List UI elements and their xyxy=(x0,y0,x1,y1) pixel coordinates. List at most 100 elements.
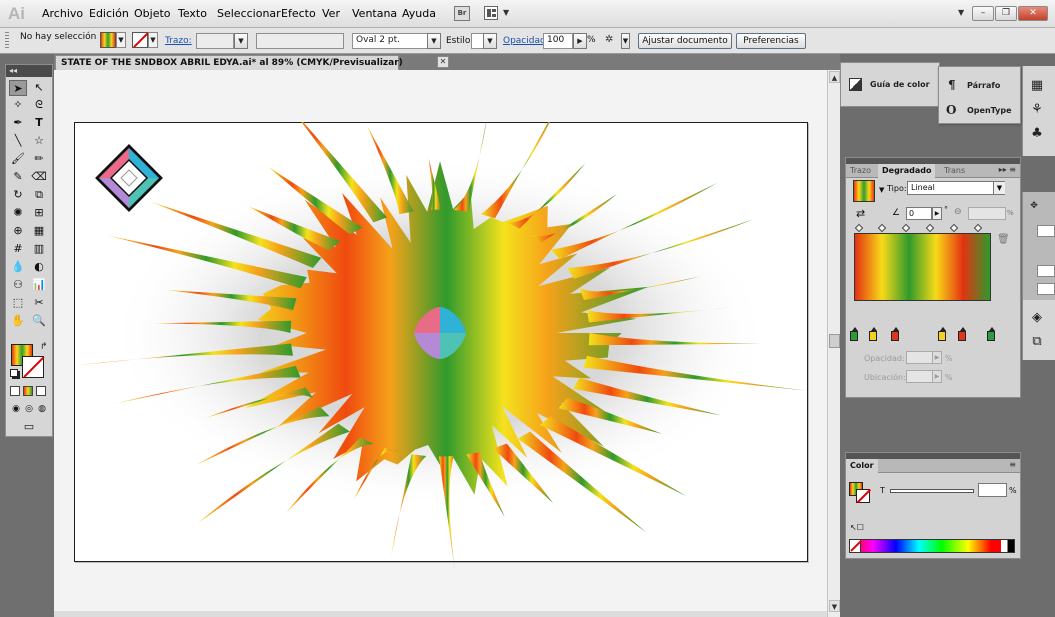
close-button[interactable]: ✕ xyxy=(1018,6,1048,21)
chevron-down-icon[interactable]: ▼ xyxy=(116,32,126,48)
chevron-right-icon[interactable]: ▶ xyxy=(573,33,587,49)
paintbrush-tool-icon[interactable]: 🖌 xyxy=(9,151,27,167)
warp-tool-icon[interactable]: ✺ xyxy=(9,205,27,221)
stroke-color-swatch[interactable] xyxy=(22,356,44,378)
gradient-stop[interactable] xyxy=(937,327,946,341)
selection-tool-icon[interactable]: ➤ xyxy=(9,80,27,96)
paragraph-icon[interactable]: ¶ xyxy=(948,78,956,92)
color-stroke-swatch[interactable] xyxy=(856,489,870,503)
pen-tool-icon[interactable]: ✒ xyxy=(9,115,27,131)
menu-texto[interactable]: Texto xyxy=(178,7,207,20)
gradient-mode-icon[interactable] xyxy=(23,386,33,396)
scroll-thumb[interactable] xyxy=(829,334,840,348)
fit-document-button[interactable]: Ajustar documento xyxy=(638,33,732,49)
screen-mode-icon[interactable]: ▭ xyxy=(20,419,38,435)
tab-gradient[interactable]: Degradado xyxy=(878,164,936,178)
close-icon[interactable]: ✕ xyxy=(437,56,449,68)
menu-ventana[interactable]: Ventana xyxy=(352,7,397,20)
gradient-midpoint[interactable] xyxy=(877,223,887,233)
gradient-midpoint[interactable] xyxy=(901,223,911,233)
vertical-scrollbar[interactable]: ▲ ▼ xyxy=(827,70,840,617)
brush-field[interactable]: Oval 2 pt. xyxy=(352,33,428,49)
panel-menu-icon[interactable]: ▸▸ ≡ xyxy=(999,165,1016,174)
swatches-icon[interactable]: ▦ xyxy=(1029,78,1045,94)
chevron-down-icon[interactable]: ▼ xyxy=(621,33,630,49)
chevron-right-icon[interactable]: ▶ xyxy=(932,370,942,383)
layers-icon[interactable]: ◈ xyxy=(1029,310,1045,326)
stroke-swatch[interactable] xyxy=(132,32,148,48)
stroke-weight-field[interactable] xyxy=(196,33,234,49)
gradient-stop[interactable] xyxy=(891,327,900,341)
transform-field[interactable] xyxy=(1037,265,1055,277)
gradient-midpoint[interactable] xyxy=(854,223,864,233)
mesh-tool-icon[interactable]: # xyxy=(9,241,27,257)
chevron-down-icon[interactable]: ▼ xyxy=(234,33,248,49)
panel-menu-icon[interactable]: ≡ xyxy=(1009,460,1016,469)
scale-tool-icon[interactable]: ⧉ xyxy=(30,187,48,203)
transform-field[interactable] xyxy=(1037,225,1055,237)
chevron-down-icon[interactable]: ▼ xyxy=(993,182,1005,194)
stroke-link[interactable]: Trazo: xyxy=(165,36,192,46)
lasso-tool-icon[interactable]: ᘓ xyxy=(30,97,48,113)
slice-tool-icon[interactable]: ✂ xyxy=(30,295,48,311)
artboards-icon[interactable]: ⧉ xyxy=(1029,334,1045,350)
chevron-down-icon[interactable]: ▼ xyxy=(879,186,884,194)
preferences-button[interactable]: Preferencias xyxy=(736,33,806,49)
menu-objeto[interactable]: Objeto xyxy=(134,7,171,20)
tint-slider[interactable] xyxy=(890,489,974,493)
gradient-stop[interactable] xyxy=(869,327,878,341)
none-mode-icon[interactable] xyxy=(36,386,46,396)
angle-field[interactable]: 0 xyxy=(906,207,932,220)
chevron-down-icon[interactable]: ▼ xyxy=(958,8,964,17)
type-tool-icon[interactable]: T xyxy=(30,115,48,131)
eraser-tool-icon[interactable]: ⌫ xyxy=(30,169,48,185)
paragraph-label[interactable]: Párrafo xyxy=(967,81,1000,90)
scroll-up-icon[interactable]: ▲ xyxy=(829,71,840,83)
menu-seleccionar[interactable]: Seleccionar xyxy=(217,7,281,20)
chevron-down-icon[interactable]: ▼ xyxy=(483,33,497,49)
blob-brush-tool-icon[interactable]: ✎ xyxy=(9,169,27,185)
tools-panel-header[interactable]: ◂◂ xyxy=(6,65,52,77)
rotate-tool-icon[interactable]: ↻ xyxy=(9,187,27,203)
transform-icon[interactable]: ✥ xyxy=(1026,198,1042,214)
menu-ayuda[interactable]: Ayuda xyxy=(402,7,436,20)
delete-stop-icon[interactable]: 🗑 xyxy=(997,234,1010,245)
brushes-icon[interactable]: ♣ xyxy=(1029,126,1045,142)
variable-width-field[interactable] xyxy=(256,33,344,49)
artwork[interactable] xyxy=(74,118,808,570)
tab-stroke[interactable]: Trazo xyxy=(846,164,875,178)
chevron-down-icon[interactable]: ▼ xyxy=(503,8,509,17)
symbol-sprayer-tool-icon[interactable]: ⚇ xyxy=(9,277,27,293)
scroll-down-icon[interactable]: ▼ xyxy=(829,600,840,612)
tab-transparency[interactable]: Trans xyxy=(940,164,969,178)
bridge-button[interactable]: Br xyxy=(454,6,470,21)
gradient-midpoint[interactable] xyxy=(973,223,983,233)
hand-tool-icon[interactable]: ✋ xyxy=(9,313,27,329)
free-transform-tool-icon[interactable]: ⊞ xyxy=(30,205,48,221)
draw-inside-icon[interactable]: ◍ xyxy=(33,401,51,417)
gradient-stop[interactable] xyxy=(987,327,995,341)
line-tool-icon[interactable]: ╲ xyxy=(9,133,27,149)
gradient-stop[interactable] xyxy=(958,327,967,341)
menu-archivo[interactable]: Archivo xyxy=(42,7,83,20)
type-select[interactable]: Lineal xyxy=(907,181,1005,195)
restore-button[interactable]: ❐ xyxy=(995,6,1017,21)
magic-wand-tool-icon[interactable]: ✧ xyxy=(9,97,27,113)
eyedropper-tool-icon[interactable]: 💧 xyxy=(9,259,27,275)
perspective-grid-tool-icon[interactable]: ▦ xyxy=(30,223,48,239)
gradient-slider[interactable] xyxy=(854,233,991,301)
chevron-down-icon[interactable]: ▼ xyxy=(427,33,441,49)
opacity-field[interactable]: 100 xyxy=(543,33,573,49)
opentype-icon[interactable]: O xyxy=(946,103,956,117)
color-guide-label[interactable]: Guía de color xyxy=(870,80,930,89)
fill-swatch[interactable] xyxy=(100,32,116,48)
chevron-right-icon[interactable]: ▶ xyxy=(932,351,942,364)
gradient-thumbnail[interactable] xyxy=(853,180,875,202)
opentype-label[interactable]: OpenType xyxy=(967,106,1012,115)
color-guide-icon[interactable] xyxy=(849,78,862,91)
reverse-gradient-icon[interactable]: ⇄ xyxy=(856,207,865,220)
recolor-icon[interactable]: ✲ xyxy=(605,34,621,48)
chevron-down-icon[interactable]: ▼ xyxy=(148,32,158,48)
chevron-right-icon[interactable]: ▶ xyxy=(932,207,942,220)
gradient-stop[interactable] xyxy=(850,327,858,341)
